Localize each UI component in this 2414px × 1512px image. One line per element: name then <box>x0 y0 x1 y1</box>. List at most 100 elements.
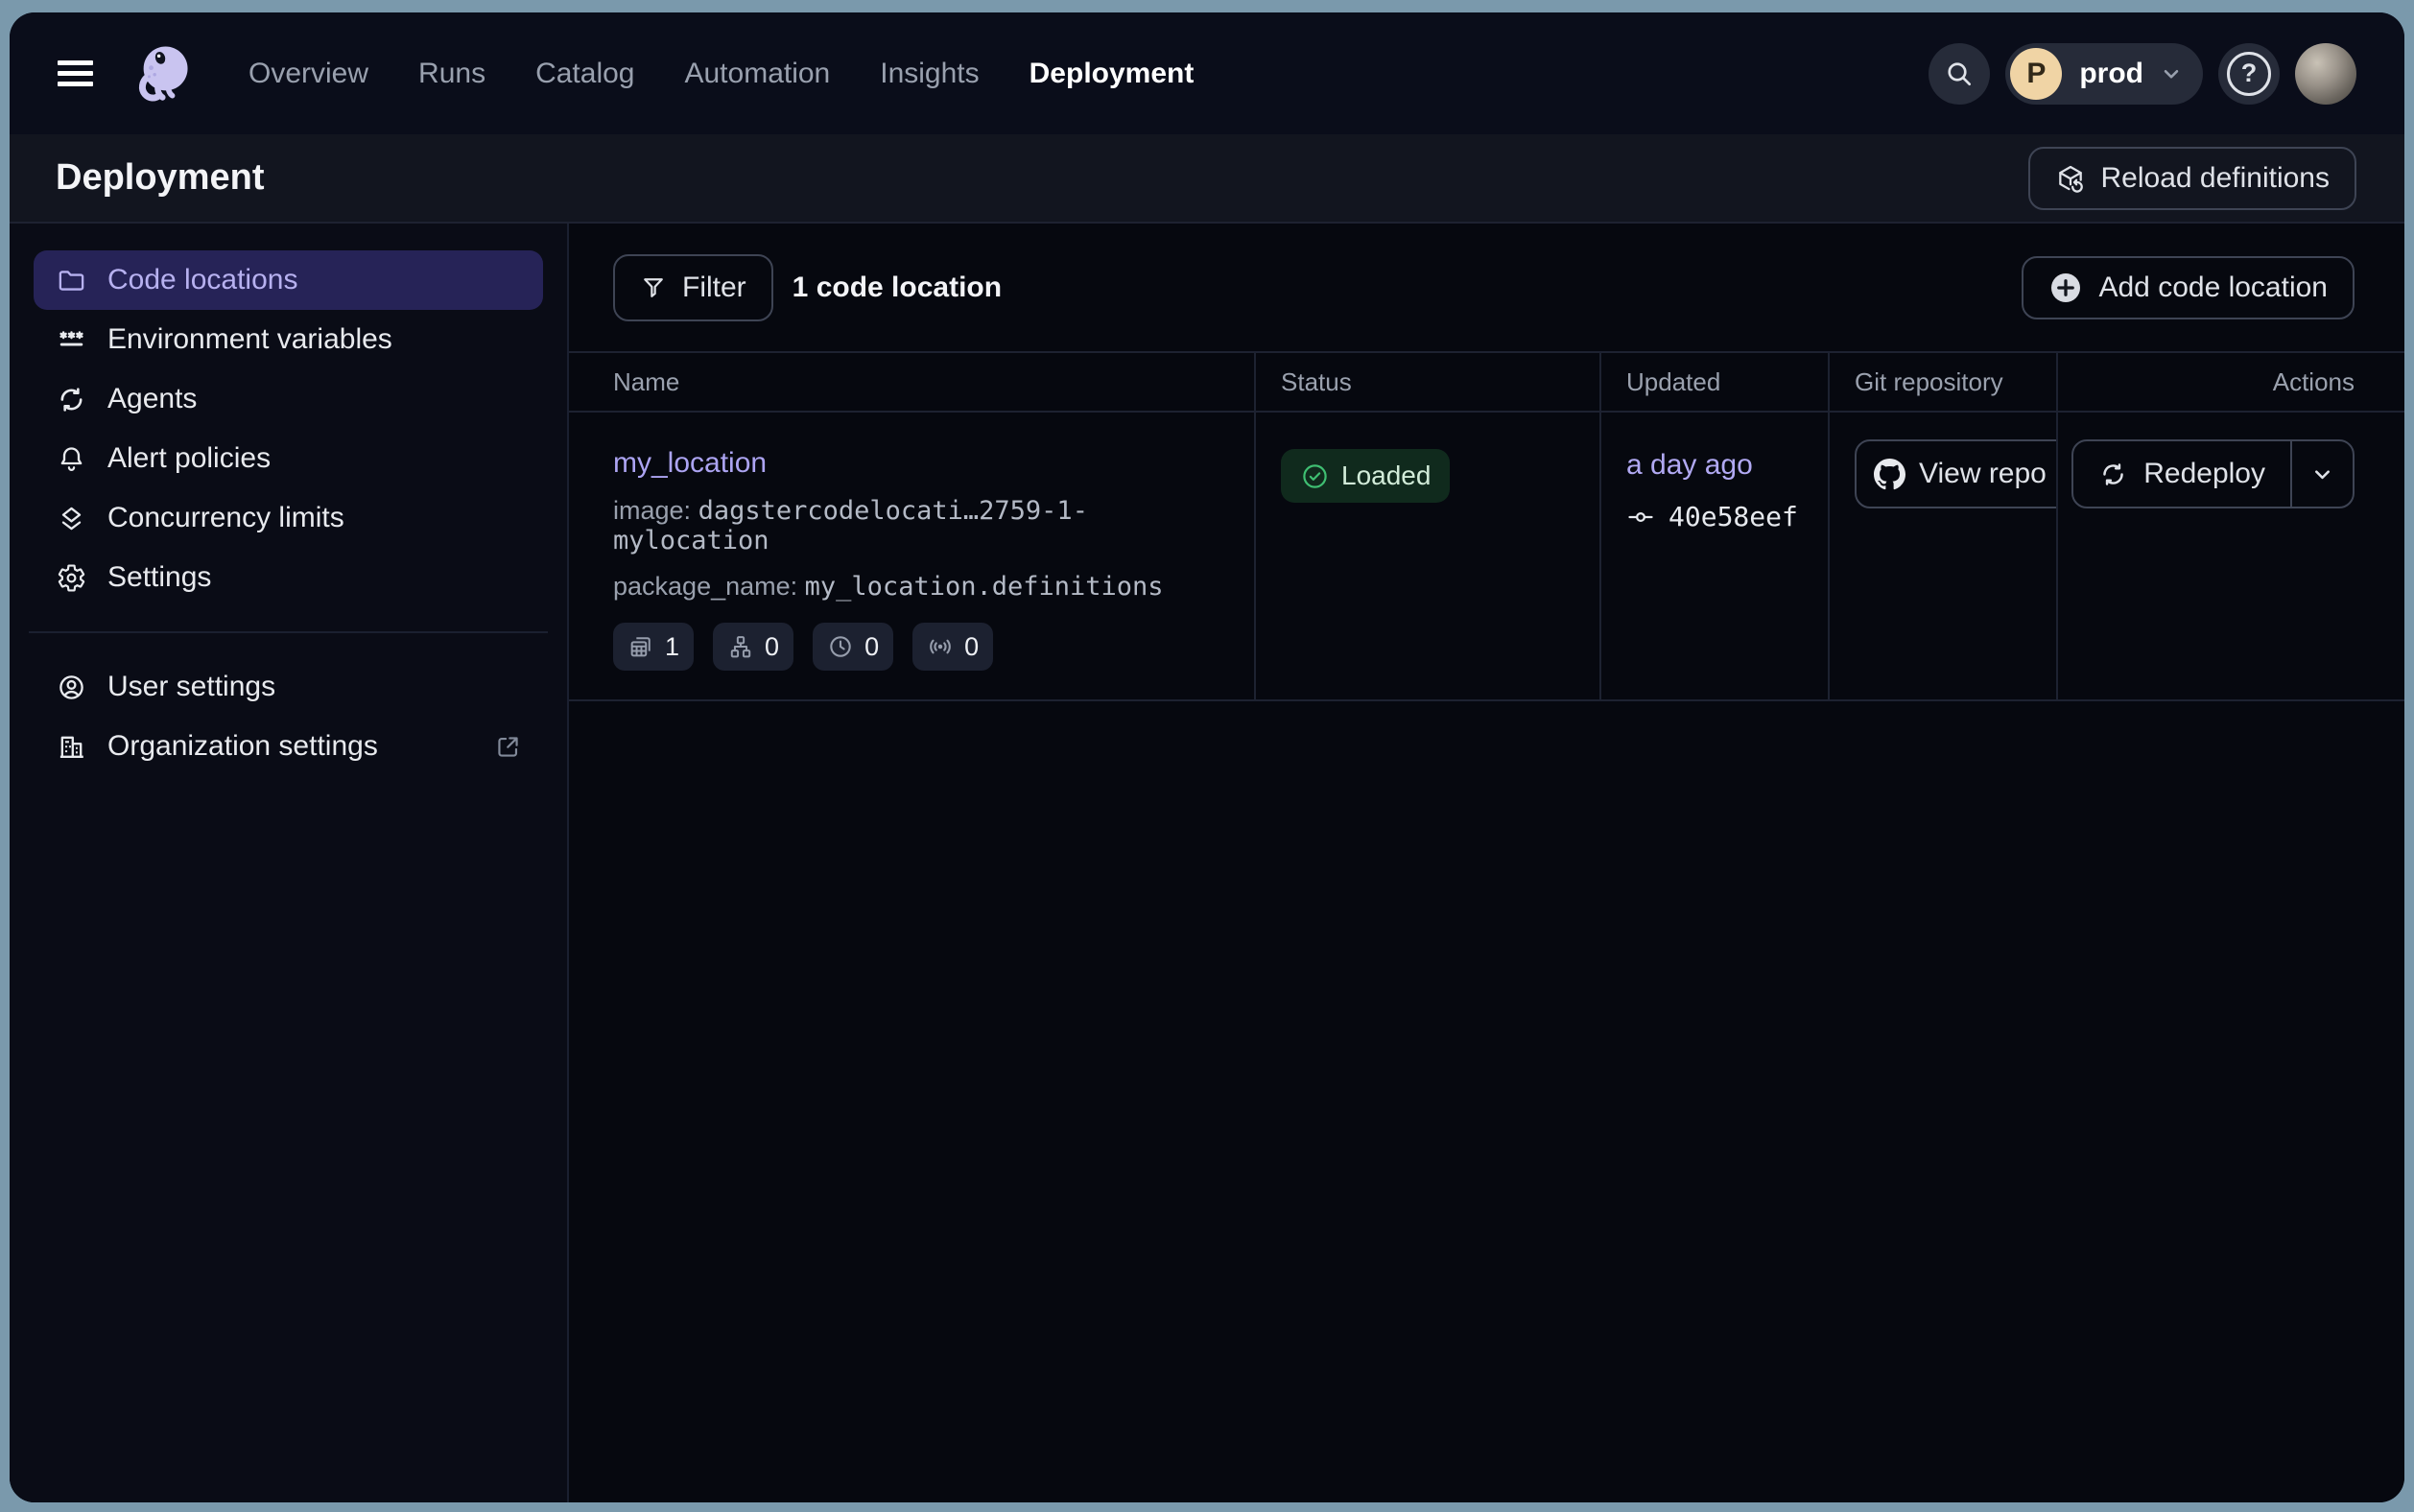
user-avatar[interactable] <box>2295 43 2356 105</box>
assets-icon <box>627 633 654 660</box>
sidebar-item-label: Organization settings <box>107 730 378 763</box>
agents-icon <box>57 385 86 414</box>
definition-counts: 1 0 <box>613 623 1231 671</box>
jobs-count-badge: 0 <box>713 623 793 671</box>
organization-icon <box>57 732 86 762</box>
folder-icon <box>57 266 86 295</box>
schedules-icon <box>827 633 854 660</box>
column-header-status: Status <box>1254 353 1599 411</box>
name-cell: my_location image: dagstercodelocati…275… <box>569 413 1254 699</box>
column-header-actions: Actions <box>2056 353 2404 411</box>
reload-definitions-icon <box>2055 163 2086 194</box>
reload-definitions-label: Reload definitions <box>2101 162 2331 195</box>
sensors-count: 0 <box>964 632 979 662</box>
redeploy-button[interactable]: Redeploy <box>2073 441 2290 507</box>
updated-cell: a day ago 40e58eef <box>1599 413 1828 699</box>
help-button[interactable]: ? <box>2218 43 2280 105</box>
code-locations-main: Filter 1 code location Add code location… <box>569 224 2404 1502</box>
jobs-count: 0 <box>765 632 779 662</box>
code-location-name-link[interactable]: my_location <box>613 447 767 480</box>
image-line: image: dagstercodelocati…2759-1-mylocati… <box>613 496 1231 555</box>
content-area: Code locations Environment variables <box>10 224 2404 1502</box>
gear-icon <box>57 563 86 593</box>
assets-count-badge: 1 <box>613 623 694 671</box>
deployment-switcher[interactable]: P prod <box>2005 43 2203 105</box>
search-button[interactable] <box>1929 43 1990 105</box>
sidebar-item-organization-settings[interactable]: Organization settings <box>34 717 543 776</box>
updated-time-link[interactable]: a day ago <box>1626 449 1753 482</box>
package-label: package_name: <box>613 572 797 601</box>
add-code-location-button[interactable]: Add code location <box>2022 256 2355 319</box>
view-repo-button[interactable]: View repo <box>1855 439 2056 508</box>
page-title: Deployment <box>56 157 264 199</box>
chevron-down-icon <box>2309 461 2335 487</box>
filter-icon <box>640 274 667 301</box>
schedules-count-badge: 0 <box>813 623 893 671</box>
jobs-icon <box>727 633 754 660</box>
redeploy-icon <box>2098 460 2128 489</box>
code-locations-toolbar: Filter 1 code location Add code location <box>569 224 2404 351</box>
nav-item-insights[interactable]: Insights <box>880 58 979 90</box>
top-nav-right: P prod ? <box>1929 43 2356 105</box>
sensors-icon <box>927 633 954 660</box>
sidebar-item-label: Settings <box>107 561 211 594</box>
user-circle-icon <box>57 673 86 702</box>
dagster-logo-icon[interactable] <box>128 37 201 110</box>
search-icon <box>1944 59 1975 89</box>
check-circle-icon <box>1300 461 1330 491</box>
redeploy-label: Redeploy <box>2143 458 2265 490</box>
commit-hash: 40e58eef <box>1668 501 1798 532</box>
sidebar-item-label: User settings <box>107 671 275 703</box>
view-repo-label: View repo <box>1919 458 2047 490</box>
hamburger-menu-icon[interactable] <box>58 60 93 86</box>
add-code-location-label: Add code location <box>2098 272 2328 304</box>
deployment-sidebar: Code locations Environment variables <box>10 224 569 1502</box>
page-header: Deployment Reload definitions <box>10 134 2404 224</box>
sidebar-item-label: Agents <box>107 383 197 415</box>
sensors-count-badge: 0 <box>912 623 993 671</box>
sidebar-item-concurrency-limits[interactable]: Concurrency limits <box>34 488 543 548</box>
external-link-icon <box>494 733 522 761</box>
sidebar-item-alert-policies[interactable]: Alert policies <box>34 429 543 488</box>
primary-nav: Overview Runs Catalog Automation Insight… <box>248 58 1194 90</box>
sidebar-item-label: Code locations <box>107 264 297 296</box>
deployment-initial-badge: P <box>2010 48 2062 100</box>
reload-definitions-button[interactable]: Reload definitions <box>2028 147 2357 210</box>
sidebar-divider <box>29 631 548 633</box>
status-label: Loaded <box>1341 461 1431 491</box>
sidebar-item-code-locations[interactable]: Code locations <box>34 250 543 310</box>
nav-item-overview[interactable]: Overview <box>248 58 368 90</box>
help-icon: ? <box>2227 52 2271 96</box>
nav-item-automation[interactable]: Automation <box>684 58 830 90</box>
nav-item-catalog[interactable]: Catalog <box>535 58 634 90</box>
code-location-row: my_location image: dagstercodelocati…275… <box>569 413 2404 701</box>
image-label: image: <box>613 496 691 525</box>
sidebar-item-environment-variables[interactable]: Environment variables <box>34 310 543 369</box>
filter-button[interactable]: Filter <box>613 254 773 321</box>
actions-cell: Redeploy <box>2056 413 2404 699</box>
redeploy-more-button[interactable] <box>2292 441 2353 507</box>
github-icon <box>1874 459 1905 490</box>
nav-item-runs[interactable]: Runs <box>418 58 485 90</box>
deployment-name: prod <box>2079 58 2143 90</box>
status-badge: Loaded <box>1281 449 1450 503</box>
plus-circle-icon <box>2048 271 2083 305</box>
sidebar-item-settings[interactable]: Settings <box>34 548 543 607</box>
assets-count: 1 <box>665 632 679 662</box>
git-repository-cell: View repo <box>1828 413 2056 699</box>
code-locations-table-header: Name Status Updated Git repository Actio… <box>569 351 2404 413</box>
column-header-name: Name <box>569 353 1254 411</box>
git-commit-icon <box>1626 503 1655 532</box>
filter-label: Filter <box>682 272 746 304</box>
layers-icon <box>57 504 86 533</box>
sidebar-item-label: Alert policies <box>107 442 271 475</box>
env-vars-icon <box>57 325 86 355</box>
app-window: Overview Runs Catalog Automation Insight… <box>10 12 2404 1502</box>
nav-item-deployment[interactable]: Deployment <box>1030 58 1195 90</box>
sidebar-item-agents[interactable]: Agents <box>34 369 543 429</box>
package-value: my_location.definitions <box>805 572 1164 602</box>
package-line: package_name: my_location.definitions <box>613 572 1231 602</box>
sidebar-item-user-settings[interactable]: User settings <box>34 657 543 717</box>
chevron-down-icon <box>2159 61 2184 86</box>
sidebar-item-label: Concurrency limits <box>107 502 344 534</box>
